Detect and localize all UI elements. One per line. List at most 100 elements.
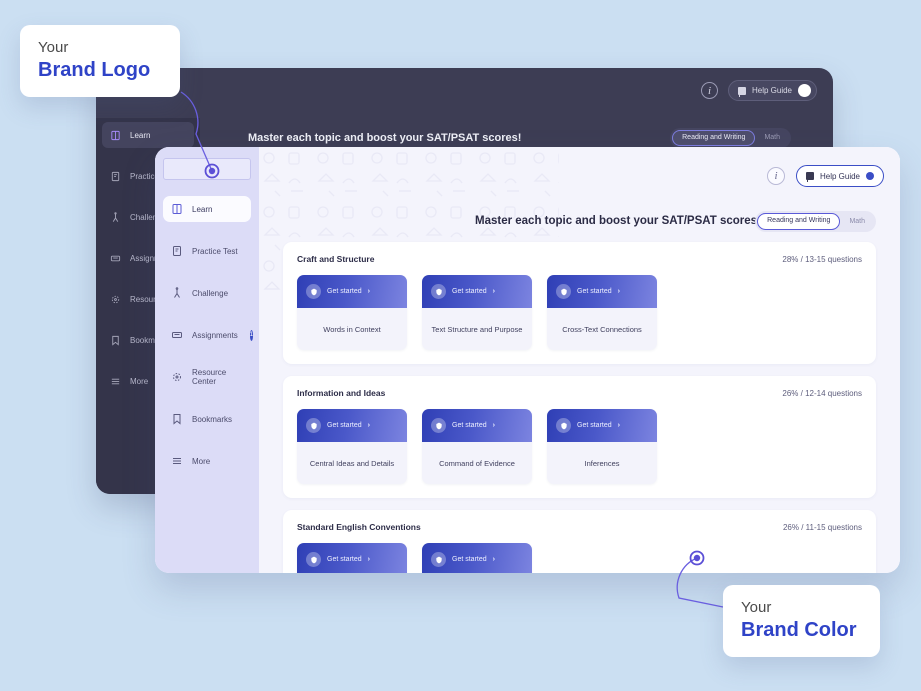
card-list: Get started › Get started › bbox=[297, 543, 862, 573]
assignments-icon bbox=[110, 255, 121, 261]
get-started-label: Get started bbox=[452, 422, 487, 429]
section-header: Information and Ideas 26% / 12-14 questi… bbox=[297, 388, 862, 398]
sidebar-item-bookmarks[interactable]: Bookmarks bbox=[163, 406, 251, 432]
callout-brand-logo: Your Brand Logo bbox=[20, 25, 180, 97]
bookmarks-icon bbox=[112, 335, 119, 346]
tab-math[interactable]: Math bbox=[755, 130, 789, 146]
practice-test-icon bbox=[173, 246, 181, 256]
sidebar-item-label: More bbox=[130, 376, 149, 386]
flag-icon bbox=[805, 172, 814, 182]
toggle-knob[interactable] bbox=[866, 172, 874, 180]
info-icon[interactable]: i bbox=[766, 167, 785, 185]
light-app-window: Learn Practice Test Challenge Assignment… bbox=[155, 147, 900, 573]
more-icon bbox=[111, 378, 120, 384]
shield-icon bbox=[306, 418, 321, 433]
topic-card[interactable]: Get started › Words in Context bbox=[297, 275, 407, 350]
sidebar-item-label: More bbox=[192, 456, 211, 466]
callout-small-text: Your bbox=[38, 39, 69, 56]
get-started-label: Get started bbox=[577, 422, 612, 429]
section-standard-english-conventions: Standard English Conventions 26% / 11-15… bbox=[283, 510, 876, 573]
get-started-label: Get started bbox=[577, 288, 612, 295]
topic-card[interactable]: Get started › Cross-Text Connections bbox=[547, 275, 657, 350]
get-started-button[interactable]: Get started › bbox=[422, 275, 532, 308]
sidebar-item-learn[interactable]: Learn bbox=[163, 196, 251, 222]
callout-big-text: Brand Color bbox=[741, 618, 857, 641]
sidebar-item-learn[interactable]: Learn bbox=[102, 122, 194, 148]
get-started-label: Get started bbox=[327, 288, 362, 295]
topic-card[interactable]: Get started › bbox=[422, 543, 532, 573]
chevron-right-icon: › bbox=[367, 556, 370, 563]
section-title: Craft and Structure bbox=[297, 254, 375, 264]
shield-icon bbox=[431, 552, 446, 567]
section-meta: 26% / 12-14 questions bbox=[782, 389, 862, 398]
get-started-button[interactable]: Get started › bbox=[422, 543, 532, 573]
brand-logo-placeholder[interactable] bbox=[163, 158, 251, 180]
card-list: Get started › Words in Context Get start… bbox=[297, 275, 862, 350]
shield-icon bbox=[306, 552, 321, 567]
topic-card[interactable]: Get started › Text Structure and Purpose bbox=[422, 275, 532, 350]
topic-card[interactable]: Get started › Inferences bbox=[547, 409, 657, 484]
sidebar-item-practice-test[interactable]: Practice Test bbox=[163, 238, 251, 264]
topic-name: Central Ideas and Details bbox=[309, 458, 395, 468]
topic-card[interactable]: Get started › Central Ideas and Details bbox=[297, 409, 407, 484]
help-guide-toggle[interactable]: Help Guide bbox=[727, 80, 817, 101]
shield-icon bbox=[556, 284, 571, 299]
resource-center-icon bbox=[111, 295, 120, 303]
assignments-icon bbox=[172, 332, 182, 338]
info-icon[interactable]: i bbox=[700, 82, 718, 99]
get-started-button[interactable]: Get started › bbox=[547, 409, 657, 442]
flag-icon bbox=[737, 86, 746, 97]
sidebar-item-label: Learn bbox=[192, 204, 213, 214]
section-header: Standard English Conventions 26% / 11-15… bbox=[297, 522, 862, 532]
sidebar-item-label: Practice Test bbox=[192, 246, 238, 256]
get-started-button[interactable]: Get started › bbox=[422, 409, 532, 442]
help-guide-label: Help Guide bbox=[751, 86, 792, 95]
sidebar-item-challenge[interactable]: Challenge bbox=[163, 280, 251, 306]
challenge-icon bbox=[112, 211, 119, 222]
section-list: Craft and Structure 28% / 13-15 question… bbox=[283, 242, 876, 573]
get-started-button[interactable]: Get started › bbox=[297, 275, 407, 308]
shield-icon bbox=[431, 418, 446, 433]
topic-name: Words in Context bbox=[323, 324, 381, 334]
tab-reading-and-writing[interactable]: Reading and Writing bbox=[757, 213, 841, 230]
get-started-button[interactable]: Get started › bbox=[297, 409, 407, 442]
topic-card[interactable]: Get started › Command of Evidence bbox=[422, 409, 532, 484]
sidebar-item-label: Assignments bbox=[192, 330, 238, 340]
card-list: Get started › Central Ideas and Details … bbox=[297, 409, 862, 484]
get-started-label: Get started bbox=[327, 422, 362, 429]
toggle-knob[interactable] bbox=[798, 84, 811, 97]
callout-big-text: Brand Logo bbox=[38, 58, 151, 81]
section-information-and-ideas: Information and Ideas 26% / 12-14 questi… bbox=[283, 376, 876, 498]
get-started-label: Get started bbox=[327, 556, 362, 563]
sidebar-item-assignments[interactable]: Assignments 1 bbox=[163, 322, 254, 348]
callout-small-text: Your bbox=[741, 599, 772, 616]
topic-name: Cross-Text Connections bbox=[562, 324, 642, 334]
bookmarks-icon bbox=[173, 414, 181, 425]
sidebar: Learn Practice Test Challenge Assignment… bbox=[155, 147, 259, 573]
topic-card[interactable]: Get started › bbox=[297, 543, 407, 573]
topbar-actions: i Help Guide bbox=[766, 165, 884, 187]
chevron-right-icon: › bbox=[617, 422, 620, 429]
get-started-button[interactable]: Get started › bbox=[547, 275, 657, 308]
sidebar-item-resource-center[interactable]: Resource Center bbox=[163, 364, 251, 390]
section-meta: 28% / 13-15 questions bbox=[782, 255, 862, 264]
get-started-button[interactable]: Get started › bbox=[297, 543, 407, 573]
callout-brand-color: Your Brand Color bbox=[723, 585, 880, 657]
chevron-right-icon: › bbox=[492, 422, 495, 429]
tab-math[interactable]: Math bbox=[840, 213, 874, 230]
practice-test-icon bbox=[111, 171, 120, 181]
dark-tab-group: Reading and Writing Math bbox=[670, 128, 791, 148]
section-meta: 26% / 11-15 questions bbox=[782, 523, 862, 532]
dark-window-topbar: i Help Guide bbox=[96, 68, 833, 118]
page-title: Master each topic and boost your SAT/PSA… bbox=[248, 132, 522, 144]
chevron-right-icon: › bbox=[617, 288, 620, 295]
shield-icon bbox=[306, 284, 321, 299]
chevron-right-icon: › bbox=[367, 288, 370, 295]
resource-center-icon bbox=[173, 373, 181, 381]
sidebar-item-label: Resource Center bbox=[192, 368, 227, 386]
sidebar-item-more[interactable]: More bbox=[163, 448, 251, 474]
topic-name: Text Structure and Purpose bbox=[431, 324, 523, 334]
help-guide-toggle[interactable]: Help Guide bbox=[795, 165, 884, 187]
sidebar-item-label: Bookmarks bbox=[192, 414, 233, 424]
tab-reading-and-writing[interactable]: Reading and Writing bbox=[672, 130, 756, 146]
